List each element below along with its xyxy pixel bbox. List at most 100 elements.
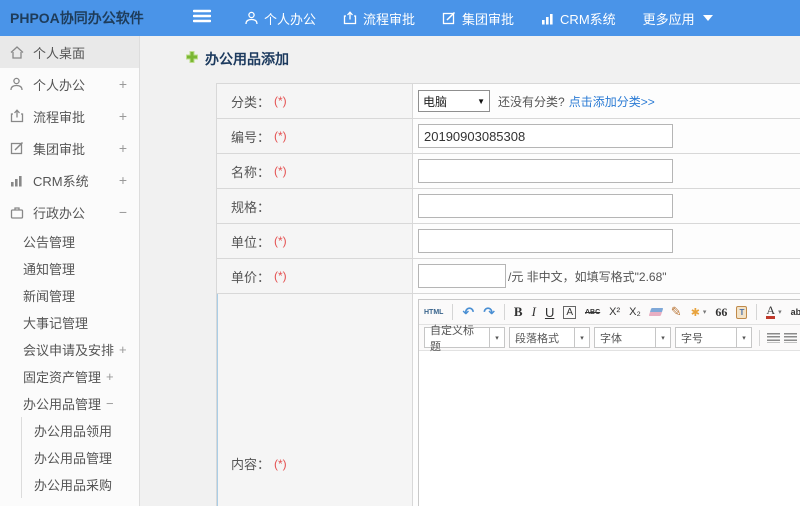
sidebar-item-group-approval[interactable]: 集团审批 + [0, 132, 139, 164]
blockquote-button[interactable]: 66 [715, 305, 727, 320]
sidebar-item-meeting-mgmt[interactable]: 会议申请及安排 + [0, 336, 139, 363]
topnav-label: 更多应用 [642, 11, 695, 27]
form-row-price: 单价： (*) /元 非中文，如填写格式"2.68" [217, 259, 800, 294]
sidebar-item-process-approval[interactable]: 流程审批 + [0, 100, 139, 132]
sidebar-label: 行政办公 [33, 205, 86, 221]
edit-square-icon [10, 141, 25, 155]
expand-plus-icon[interactable]: + [119, 108, 127, 124]
expand-plus-icon[interactable]: + [119, 140, 127, 156]
topnav-personal-office[interactable]: 个人办公 [245, 9, 316, 28]
field-label: 编号： (*) [217, 119, 413, 153]
add-plus-icon [185, 50, 199, 69]
unit-input[interactable] [418, 229, 673, 253]
toolbar-separator [756, 304, 758, 320]
add-category-link[interactable]: 点击添加分类>> [569, 93, 655, 110]
toolbar-separator [759, 329, 760, 346]
undo-button[interactable]: ↶ [462, 304, 474, 321]
sidebar-item-personal-desktop[interactable]: 个人桌面 [0, 36, 139, 68]
sidebar-label: 大事记管理 [23, 316, 89, 331]
bar-chart-icon [541, 12, 554, 25]
spec-input[interactable] [418, 194, 673, 218]
sidebar-label: CRM系统 [33, 173, 89, 189]
briefcase-icon [10, 206, 25, 219]
topnav-label: 集团审批 [462, 11, 515, 27]
sidebar-item-supplies-manage[interactable]: 办公用品管理 [22, 444, 139, 471]
sidebar-item-admin-office[interactable]: 行政办公 − [0, 196, 139, 228]
sidebar-item-announcement-mgmt[interactable]: 公告管理 [0, 228, 139, 255]
topnav-group-approval[interactable]: 集团审批 [442, 9, 514, 28]
superscript-button[interactable]: X² [609, 306, 620, 318]
sidebar-label: 会议申请及安排 [23, 343, 115, 358]
underline-button[interactable]: U [545, 305, 554, 320]
sidebar-item-news-mgmt[interactable]: 新闻管理 [0, 282, 139, 309]
topnav-crm-system[interactable]: CRM系统 [541, 9, 616, 28]
remove-format-button[interactable] [648, 308, 664, 316]
page-title-text: 办公用品添加 [205, 51, 289, 67]
sidebar-item-events-mgmt[interactable]: 大事记管理 [0, 309, 139, 336]
expand-plus-icon[interactable]: + [119, 172, 127, 188]
subscript-button[interactable]: X₂ [629, 306, 641, 318]
collapse-minus-icon[interactable]: − [119, 204, 127, 220]
sidebar-label: 通知管理 [23, 262, 76, 277]
select-arrow-icon: ▼ [477, 96, 485, 106]
bar-chart-icon [10, 174, 25, 187]
redo-button[interactable]: ↷ [483, 304, 495, 321]
expand-plus-icon[interactable]: + [119, 342, 127, 357]
font-family-dropdown[interactable]: 字体 ▾ [594, 327, 671, 348]
align-left-button[interactable] [767, 332, 780, 343]
required-mark: (*) [274, 234, 287, 248]
price-format-hint: /元 非中文，如填写格式"2.68" [508, 269, 667, 284]
font-color-button[interactable]: A ▾ [766, 304, 782, 319]
topnav-label: CRM系统 [560, 11, 616, 27]
html-source-button[interactable]: HTML [424, 309, 443, 316]
name-input[interactable] [418, 159, 673, 183]
bold-button[interactable]: B [514, 304, 523, 320]
expand-plus-icon[interactable]: + [106, 369, 114, 384]
font-size-dropdown[interactable]: 字号 ▾ [675, 327, 752, 348]
category-select[interactable]: 电脑 ▼ [418, 90, 490, 112]
topnav-process-approval[interactable]: 流程审批 [343, 9, 415, 28]
sidebar-label: 办公用品管理 [23, 397, 102, 412]
paste-text-button[interactable]: T [736, 305, 748, 319]
required-mark: (*) [274, 129, 287, 143]
format-brush-button[interactable]: ✎ [671, 304, 682, 320]
price-input[interactable] [418, 264, 506, 288]
sidebar-label: 办公用品领用 [34, 424, 113, 439]
sidebar-item-personal-office[interactable]: 个人办公 + [0, 68, 139, 100]
sidebar-item-supplies-claim[interactable]: 办公用品领用 [22, 417, 139, 444]
expand-plus-icon[interactable]: + [119, 76, 127, 92]
code-input[interactable] [418, 124, 673, 148]
collapse-minus-icon[interactable]: − [106, 396, 114, 411]
topnav-more-apps[interactable]: 更多应用 [643, 9, 713, 28]
sidebar-label: 办公用品采购 [34, 478, 113, 493]
field-label: 分类： (*) [217, 84, 413, 118]
sidebar-item-notice-mgmt[interactable]: 通知管理 [0, 255, 139, 282]
sidebar-item-fixed-assets-mgmt[interactable]: 固定资产管理 + [0, 363, 139, 390]
sidebar-item-office-supplies-mgmt[interactable]: 办公用品管理 − [0, 390, 139, 417]
form-row-content: 内容： (*) HTML ↶ ↷ B I U A ABC X² X₂ ✎ ✱ ▾… [217, 294, 800, 506]
caret-down-icon: ▾ [574, 328, 589, 347]
category-hint: 还没有分类? [498, 94, 565, 109]
paragraph-format-dropdown[interactable]: 段落格式 ▾ [509, 327, 590, 348]
editor-content-area[interactable] [419, 351, 800, 506]
sidebar-label: 办公用品管理 [34, 451, 113, 466]
topnav-label: 个人办公 [264, 11, 317, 27]
align-center-button[interactable] [784, 332, 797, 343]
toolbar-separator [503, 304, 505, 320]
sidebar-sublevel-group: 办公用品领用 办公用品管理 办公用品采购 [21, 417, 139, 498]
sidebar-item-supplies-purchase[interactable]: 办公用品采购 [22, 471, 139, 498]
hamburger-menu-icon[interactable] [192, 9, 213, 28]
form-row-unit: 单位： (*) [217, 224, 800, 259]
form-row-spec: 规格： [217, 189, 800, 224]
person-icon [245, 11, 258, 25]
font-border-button[interactable]: A [563, 305, 576, 319]
auto-typeset-button[interactable]: ✱ ▾ [691, 306, 707, 319]
field-label: 内容： (*) [217, 294, 413, 506]
custom-title-dropdown[interactable]: 自定义标题 ▾ [424, 325, 505, 353]
highlight-color-button[interactable]: ab✎▾ [791, 307, 800, 318]
main-content: 办公用品添加 分类： (*) 电脑 ▼ 还没有分类? 点击添加分类>> 编号： … [140, 36, 800, 506]
strikethrough-button[interactable]: ABC [585, 309, 600, 316]
italic-button[interactable]: I [532, 304, 536, 320]
sidebar-item-crm-system[interactable]: CRM系统 + [0, 164, 139, 196]
form-row-name: 名称： (*) [217, 154, 800, 189]
